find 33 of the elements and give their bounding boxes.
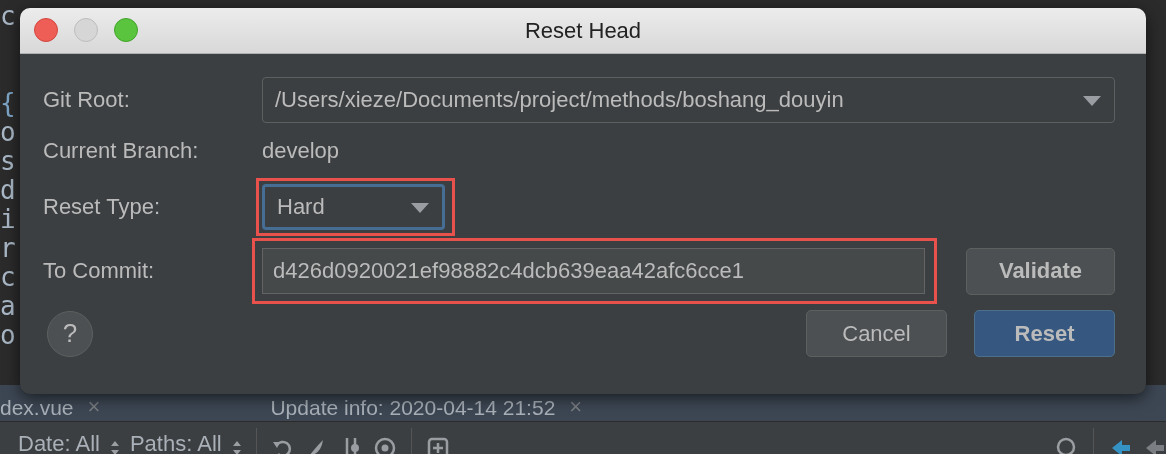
filter-dropdown[interactable]: Date: All: [18, 434, 100, 454]
validate-button[interactable]: Validate: [966, 247, 1115, 295]
field-label: To Commit:: [43, 258, 156, 284]
close-icon[interactable]: ×: [87, 395, 101, 419]
cancel-button[interactable]: Cancel: [806, 310, 947, 357]
zoom-button[interactable]: [114, 18, 138, 42]
code-line: c: [0, 263, 16, 292]
code-line: a: [0, 292, 16, 321]
field-label: Git Root:: [43, 87, 131, 113]
file-tab[interactable]: dex.vue: [0, 397, 74, 419]
code-line: {: [0, 89, 16, 118]
field-label: Reset Type:: [43, 194, 161, 220]
code-line: o: [0, 118, 16, 147]
reset-type-dropdown[interactable]: Hard: [262, 184, 445, 230]
code-line: o: [0, 321, 16, 350]
code-line: c: [0, 2, 16, 31]
commit-field[interactable]: d426d0920021ef98882c4dcb639eaa42afc6cce1: [262, 248, 925, 294]
reset-button[interactable]: Reset: [974, 310, 1115, 357]
window-title: Reset Head: [524, 17, 642, 44]
help-button[interactable]: ?: [47, 310, 93, 357]
add-icon[interactable]: [425, 436, 450, 454]
code-line: i: [0, 205, 16, 234]
branch-name: develop: [262, 138, 341, 164]
field-label: Current Branch:: [43, 138, 200, 164]
code-line: d: [0, 176, 16, 205]
filter-dropdown[interactable]: Paths: All: [129, 434, 222, 454]
code-line: s: [0, 147, 16, 176]
file-tab[interactable]: Update info: 2020-04-14 21:52: [270, 397, 556, 419]
git-root-dropdown[interactable]: /Users/xieze/Documents/project/methods/boshang_douyin: [262, 77, 1115, 123]
eye-icon[interactable]: [372, 436, 397, 454]
close-button[interactable]: [34, 18, 58, 42]
code-line: r: [0, 234, 16, 263]
close-icon[interactable]: ×: [569, 395, 583, 419]
